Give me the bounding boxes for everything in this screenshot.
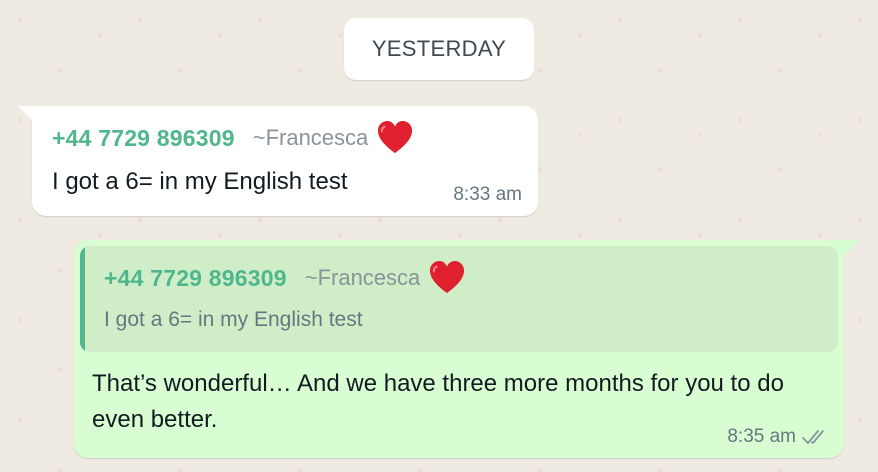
red-heart-icon bbox=[428, 260, 466, 296]
outgoing-message-bubble[interactable]: +44 7729 896309 ~Francesca I got a 6= in… bbox=[74, 240, 860, 458]
date-separator: YESTERDAY bbox=[344, 18, 534, 80]
quoted-sender-row: +44 7729 896309 ~Francesca bbox=[104, 260, 466, 296]
incoming-message-bubble[interactable]: +44 7729 896309 ~Francesca I got a 6= in… bbox=[18, 106, 538, 216]
bubble-tail bbox=[842, 240, 860, 258]
bubble-tail bbox=[18, 106, 34, 122]
message-meta: 8:35 am bbox=[727, 426, 828, 448]
sender-phone[interactable]: +44 7729 896309 bbox=[52, 125, 235, 152]
quoted-text: I got a 6= in my English test bbox=[104, 308, 363, 331]
message-text: That’s wonderful… And we have three more… bbox=[92, 370, 784, 433]
message-text: I got a 6= in my English test bbox=[52, 168, 348, 195]
date-separator-label: YESTERDAY bbox=[371, 36, 507, 61]
sender-row: +44 7729 896309 ~Francesca bbox=[52, 120, 414, 156]
message-time: 8:35 am bbox=[727, 426, 796, 447]
quoted-sender-phone: +44 7729 896309 bbox=[104, 264, 287, 291]
quote-accent-bar bbox=[80, 246, 85, 352]
sender-name: ~Francesca bbox=[252, 125, 369, 150]
double-check-icon bbox=[802, 428, 828, 446]
quoted-message[interactable]: +44 7729 896309 ~Francesca I got a 6= in… bbox=[80, 246, 838, 352]
message-time: 8:33 am bbox=[453, 184, 522, 205]
quoted-sender-name: ~Francesca bbox=[304, 265, 421, 290]
red-heart-icon bbox=[376, 120, 414, 156]
